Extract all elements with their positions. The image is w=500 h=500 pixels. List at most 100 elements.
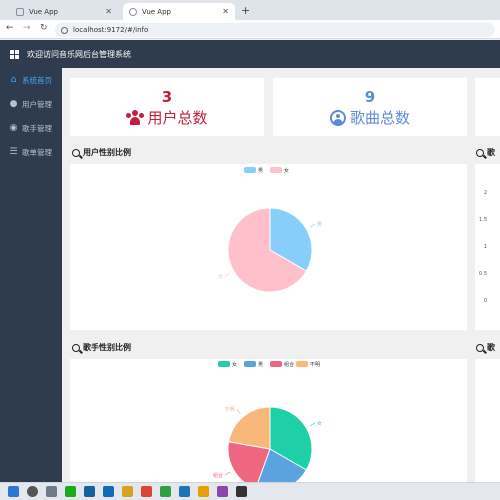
url-input[interactable]: localhost:9172/#/info bbox=[55, 23, 495, 37]
forward-arrow-icon[interactable]: → bbox=[23, 23, 31, 33]
close-tab-icon[interactable]: ✕ bbox=[222, 7, 229, 16]
slice-label: 男 bbox=[317, 222, 322, 228]
back-arrow-icon[interactable]: ← bbox=[6, 23, 14, 33]
app-icon[interactable] bbox=[84, 486, 95, 497]
user-count-value: 3 bbox=[161, 88, 173, 106]
song-count-label: 歌曲总数 bbox=[349, 109, 410, 127]
legend-swatch bbox=[218, 361, 230, 367]
reload-icon[interactable]: ↻ bbox=[40, 23, 48, 33]
legend-label: 男 bbox=[258, 362, 263, 368]
globe-icon bbox=[129, 7, 137, 16]
song-bar-svg: 2 1.5 1 0.5 0 bbox=[479, 190, 487, 304]
legend-swatch bbox=[270, 361, 282, 367]
tab-title: Vue App bbox=[142, 7, 171, 16]
browser-tab[interactable]: Vue App ✕ bbox=[10, 3, 118, 20]
song-section-title: 歌 bbox=[476, 147, 495, 158]
singer-icon: ◉ bbox=[9, 123, 18, 133]
page-icon bbox=[16, 7, 24, 16]
search-icon bbox=[72, 343, 80, 352]
user-count-label-row: 用户总数 bbox=[70, 107, 264, 128]
legend-swatch bbox=[270, 167, 282, 173]
sidebar-item-playlists[interactable]: ☰ 歌单管理 bbox=[0, 140, 62, 164]
y-tick-label: 0 bbox=[484, 298, 487, 304]
singer-gender-pie-svg: 女男组合不明女男组合不明 bbox=[213, 361, 322, 482]
stat-card-partial bbox=[475, 78, 500, 136]
app-icon[interactable] bbox=[198, 486, 209, 497]
search-icon[interactable] bbox=[27, 486, 38, 497]
label-line bbox=[224, 471, 231, 476]
chrome-icon[interactable] bbox=[141, 486, 152, 497]
wechat-icon[interactable] bbox=[65, 486, 76, 497]
url-text: localhost:9172/#/info bbox=[73, 26, 149, 34]
sidebar-item-label: 用户管理 bbox=[22, 99, 52, 109]
legend-label: 女 bbox=[232, 361, 237, 368]
song-chart: 2 1.5 1 0.5 0 bbox=[475, 164, 500, 330]
slice-label: 组合 bbox=[213, 472, 223, 479]
user-icon: ● bbox=[9, 99, 18, 109]
browser-tab-bar: Vue App ✕ Vue App ✕ + bbox=[0, 0, 500, 20]
user-gender-chart: 男女男女 bbox=[70, 164, 467, 330]
address-bar: ← → ↻ localhost:9172/#/info bbox=[0, 20, 500, 39]
task-view-icon[interactable] bbox=[46, 486, 57, 497]
y-tick-label: 0.5 bbox=[479, 271, 487, 277]
pie-slice bbox=[228, 406, 271, 450]
sidebar-item-home[interactable]: ⌂ 系统首页 bbox=[0, 68, 62, 92]
site-info-icon[interactable] bbox=[61, 26, 68, 34]
start-icon[interactable] bbox=[8, 486, 19, 497]
user-count-label: 用户总数 bbox=[147, 109, 208, 127]
song-count-value: 9 bbox=[364, 88, 376, 106]
label-line bbox=[309, 223, 316, 228]
legend-swatch bbox=[296, 361, 308, 367]
label-line bbox=[309, 422, 316, 427]
search-icon bbox=[476, 148, 484, 157]
main-content: 3 用户总数 9 歌曲总数 用户性别比例 歌 男女男女 2 1.5 1 0.5 … bbox=[62, 68, 500, 482]
sidebar-item-label: 歌单管理 bbox=[22, 147, 52, 157]
y-tick-label: 1.5 bbox=[479, 217, 487, 223]
sidebar-item-label: 歌手管理 bbox=[22, 123, 52, 133]
slice-label: 女 bbox=[317, 420, 322, 427]
legend-label: 不明 bbox=[310, 362, 320, 368]
app-title: 欢迎访问音乐网后台管理系统 bbox=[27, 49, 131, 59]
legend-swatch bbox=[244, 361, 256, 367]
sidebar-item-singers[interactable]: ◉ 歌手管理 bbox=[0, 116, 62, 140]
xbox-icon[interactable] bbox=[160, 486, 171, 497]
app-header: 欢迎访问音乐网后台管理系统 bbox=[0, 40, 500, 68]
singer-gender-title: 歌手性别比例 bbox=[72, 342, 131, 353]
folder-icon[interactable] bbox=[122, 486, 133, 497]
y-tick-label: 1 bbox=[484, 244, 487, 250]
vscode-icon[interactable] bbox=[179, 486, 190, 497]
slice-label: 女 bbox=[218, 273, 223, 280]
sidebar-item-users[interactable]: ● 用户管理 bbox=[0, 92, 62, 116]
y-tick-label: 2 bbox=[484, 190, 487, 196]
user-gender-title: 用户性别比例 bbox=[72, 147, 131, 158]
user-gender-pie-svg: 男女男女 bbox=[218, 167, 322, 293]
song-count-card: 9 歌曲总数 bbox=[273, 78, 467, 136]
legend-label: 女 bbox=[284, 167, 289, 174]
user-count-card: 3 用户总数 bbox=[70, 78, 264, 136]
search-icon bbox=[72, 148, 80, 157]
edge-icon[interactable] bbox=[103, 486, 114, 497]
app-icon[interactable] bbox=[217, 486, 228, 497]
tab-title: Vue App bbox=[29, 7, 58, 16]
home-icon: ⌂ bbox=[10, 75, 17, 85]
legend-label: 男 bbox=[258, 168, 263, 174]
chart-partial bbox=[475, 359, 500, 482]
slice-label: 不明 bbox=[225, 407, 235, 413]
browser-tab-active[interactable]: Vue App ✕ bbox=[123, 3, 235, 20]
section-title-partial: 歌 bbox=[476, 342, 495, 353]
user-circle-icon bbox=[329, 109, 346, 126]
legend-label: 组合 bbox=[284, 361, 294, 368]
close-tab-icon[interactable]: ✕ bbox=[105, 7, 112, 16]
list-icon: ☰ bbox=[9, 147, 18, 157]
legend-swatch bbox=[244, 167, 256, 173]
singer-gender-chart: 女男组合不明女男组合不明 bbox=[70, 359, 467, 482]
search-icon bbox=[476, 343, 484, 352]
label-line bbox=[236, 408, 241, 414]
sidebar: ⌂ 系统首页 ● 用户管理 ◉ 歌手管理 ☰ 歌单管理 bbox=[0, 68, 62, 482]
os-taskbar bbox=[0, 482, 500, 500]
song-count-label-row: 歌曲总数 bbox=[273, 107, 467, 128]
new-tab-icon[interactable]: + bbox=[241, 4, 250, 17]
menu-grid-icon[interactable] bbox=[10, 49, 19, 59]
users-icon bbox=[126, 109, 145, 126]
app-icon[interactable] bbox=[236, 486, 247, 497]
